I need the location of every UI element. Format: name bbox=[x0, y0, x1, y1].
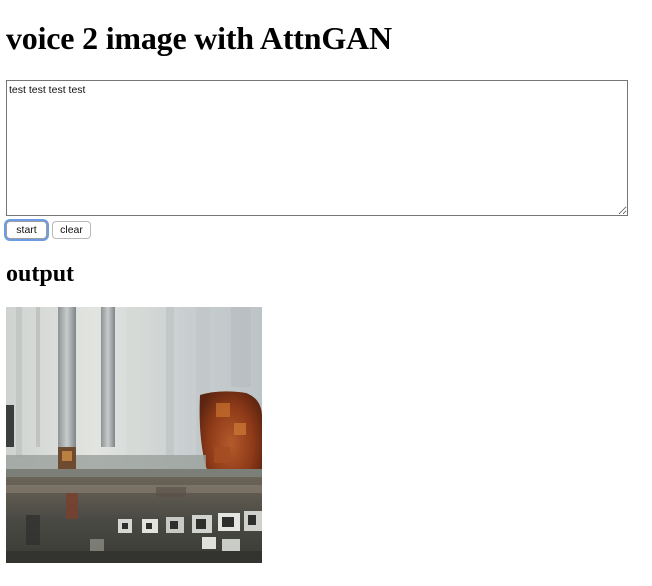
output-image bbox=[6, 307, 262, 563]
clear-button[interactable]: clear bbox=[52, 221, 91, 239]
output-heading: output bbox=[6, 261, 75, 287]
start-button[interactable]: start bbox=[6, 221, 47, 239]
page-title: voice 2 image with AttnGAN bbox=[6, 20, 392, 56]
text-input[interactable] bbox=[6, 80, 628, 216]
